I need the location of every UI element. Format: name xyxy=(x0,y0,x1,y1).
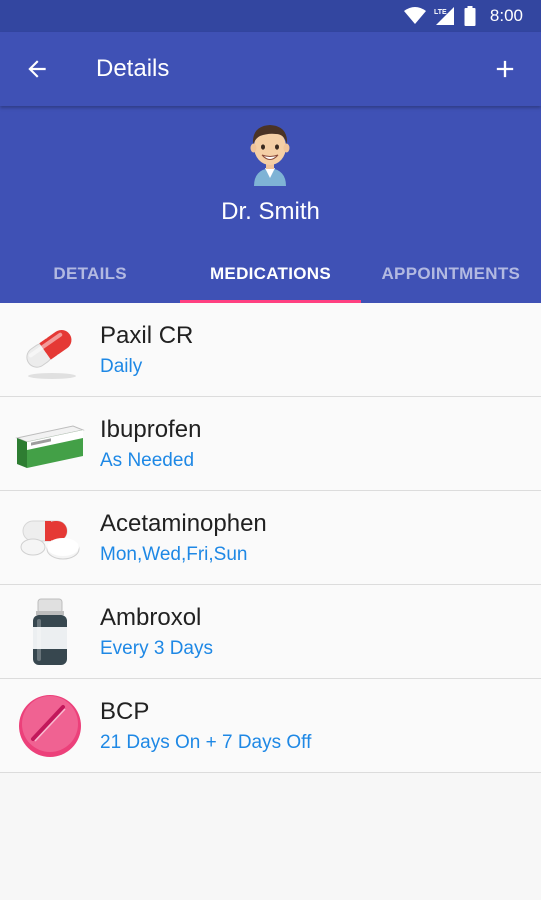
medication-name: Ibuprofen xyxy=(100,415,202,443)
status-bar: LTE 8:00 xyxy=(0,0,541,32)
round-pill-icon xyxy=(0,679,100,772)
tab-medications[interactable]: MEDICATIONS xyxy=(180,245,361,303)
medication-list: Paxil CR Daily Ibuprofen As Needed Aceta… xyxy=(0,303,541,773)
medication-schedule: 21 Days On + 7 Days Off xyxy=(100,731,312,753)
cell-signal-icon: LTE xyxy=(434,6,456,26)
medication-name: BCP xyxy=(100,697,150,725)
medication-name: Paxil CR xyxy=(100,321,194,349)
tab-details[interactable]: DETAILS xyxy=(0,245,180,303)
medication-item[interactable]: BCP 21 Days On + 7 Days Off xyxy=(0,679,541,773)
medication-item[interactable]: Acetaminophen Mon,Wed,Fri,Sun xyxy=(0,491,541,585)
medication-name: Acetaminophen xyxy=(100,509,267,537)
medication-name: Ambroxol xyxy=(100,603,202,631)
app-bar: Details xyxy=(0,32,541,106)
plus-icon xyxy=(496,60,514,78)
medication-schedule: As Needed xyxy=(100,449,195,471)
medication-schedule: Daily xyxy=(100,355,143,377)
arrow-left-icon xyxy=(28,60,46,78)
tab-bar: DETAILS MEDICATIONS APPOINTMENTS xyxy=(0,245,541,303)
doctor-name: Dr. Smith xyxy=(221,198,320,225)
medication-schedule: Mon,Wed,Fri,Sun xyxy=(100,543,248,565)
clock: 8:00 xyxy=(489,6,523,25)
medication-item[interactable]: Ambroxol Every 3 Days xyxy=(0,585,541,679)
medication-item[interactable]: Ibuprofen As Needed xyxy=(0,397,541,491)
medicine-box-icon xyxy=(0,397,100,490)
pills-icon xyxy=(0,491,100,584)
pill-bottle-icon xyxy=(0,585,100,678)
medication-schedule: Every 3 Days xyxy=(100,637,213,659)
doctor-avatar xyxy=(240,120,300,186)
svg-text:LTE: LTE xyxy=(434,9,447,16)
profile-header: Dr. Smith DETAILS MEDICATIONS APPOINTMEN… xyxy=(0,106,541,303)
back-button[interactable] xyxy=(0,32,74,106)
battery-icon xyxy=(464,6,476,26)
add-button[interactable] xyxy=(475,32,535,106)
page-title: Details xyxy=(96,55,170,82)
medication-item[interactable]: Paxil CR Daily xyxy=(0,303,541,397)
wifi-icon xyxy=(403,7,426,25)
tab-appointments[interactable]: APPOINTMENTS xyxy=(361,245,541,303)
capsule-icon xyxy=(0,303,100,396)
